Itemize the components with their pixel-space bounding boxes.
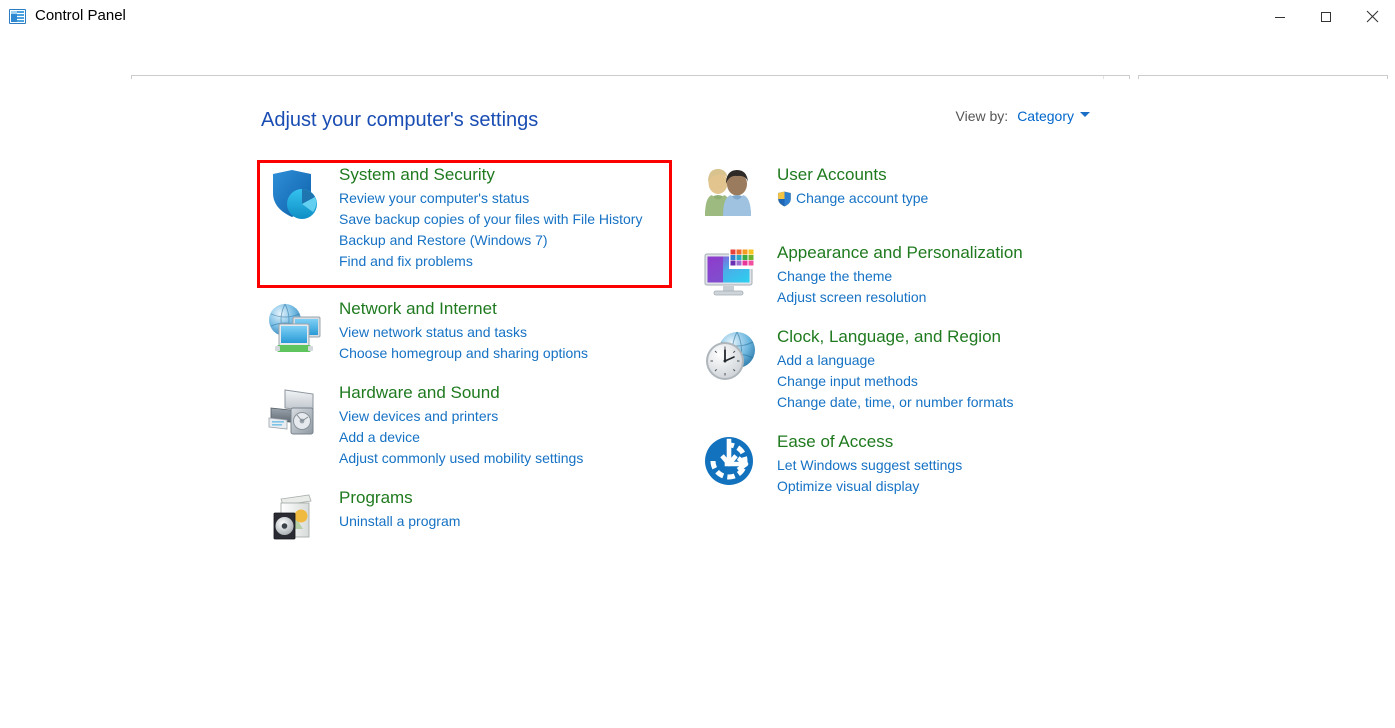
category-ease-of-access: Ease of Access Let Windows suggest setti… bbox=[699, 431, 1119, 497]
category-link-change-account-type[interactable]: Change account type bbox=[777, 188, 1119, 209]
category-link[interactable]: Change date, time, or number formats bbox=[777, 392, 1119, 413]
network-globe-icon bbox=[263, 300, 327, 358]
view-by-value: Category bbox=[1017, 108, 1074, 124]
close-button[interactable] bbox=[1349, 0, 1395, 33]
category-title[interactable]: Clock, Language, and Region bbox=[777, 326, 1001, 348]
view-by-dropdown[interactable]: Category bbox=[1017, 108, 1090, 124]
maximize-button[interactable] bbox=[1303, 0, 1349, 33]
category-link[interactable]: Review your computer's status bbox=[339, 188, 681, 209]
category-title[interactable]: User Accounts bbox=[777, 164, 887, 186]
category-title[interactable]: Programs bbox=[339, 487, 413, 509]
category-link[interactable]: Find and fix problems bbox=[339, 251, 681, 272]
category-network-and-internet: Network and Internet View network status… bbox=[261, 298, 681, 364]
control-panel-icon bbox=[9, 8, 26, 24]
navigation-bar: › Control Panel › Search Control Panel bbox=[0, 33, 1395, 103]
category-system-and-security: System and Security Review your computer… bbox=[261, 164, 681, 272]
minimize-icon bbox=[1275, 16, 1285, 18]
view-by-label: View by: bbox=[955, 108, 1009, 124]
category-link[interactable]: Choose homegroup and sharing options bbox=[339, 343, 681, 364]
category-link[interactable]: View network status and tasks bbox=[339, 322, 681, 343]
window-title: Control Panel bbox=[35, 7, 126, 24]
category-user-accounts: User Accounts Change account type bbox=[699, 164, 1119, 222]
category-column-left: System and Security Review your computer… bbox=[261, 164, 681, 563]
minimize-button[interactable] bbox=[1257, 0, 1303, 33]
user-accounts-icon bbox=[701, 166, 765, 224]
content-area: Adjust your computer's settings View by:… bbox=[0, 79, 1395, 728]
category-link[interactable]: Optimize visual display bbox=[777, 476, 1119, 497]
printer-sound-icon bbox=[263, 384, 327, 442]
shield-security-icon bbox=[263, 166, 327, 224]
ease-of-access-icon bbox=[701, 433, 765, 491]
category-title[interactable]: Ease of Access bbox=[777, 431, 893, 453]
category-link[interactable]: Let Windows suggest settings bbox=[777, 455, 1119, 476]
category-column-right: User Accounts Change account type Appear… bbox=[699, 164, 1119, 515]
category-title[interactable]: Appearance and Personalization bbox=[777, 242, 1023, 264]
category-title[interactable]: Network and Internet bbox=[339, 298, 497, 320]
category-link[interactable]: Adjust screen resolution bbox=[777, 287, 1119, 308]
category-link-label: Change account type bbox=[796, 190, 929, 206]
category-link[interactable]: Adjust commonly used mobility settings bbox=[339, 448, 681, 469]
category-link[interactable]: View devices and printers bbox=[339, 406, 681, 427]
maximize-icon bbox=[1321, 11, 1331, 22]
category-hardware-and-sound: Hardware and Sound View devices and prin… bbox=[261, 382, 681, 469]
category-clock-language-region: Clock, Language, and Region Add a langua… bbox=[699, 326, 1119, 413]
close-icon bbox=[1366, 10, 1378, 23]
category-link[interactable]: Save backup copies of your files with Fi… bbox=[339, 209, 681, 230]
category-link[interactable]: Uninstall a program bbox=[339, 511, 681, 532]
category-link[interactable]: Change the theme bbox=[777, 266, 1119, 287]
programs-box-icon bbox=[263, 489, 327, 547]
category-link[interactable]: Backup and Restore (Windows 7) bbox=[339, 230, 681, 251]
window-controls bbox=[1257, 0, 1395, 33]
view-by-control: View by: Category bbox=[956, 108, 1090, 124]
category-link[interactable]: Add a device bbox=[339, 427, 681, 448]
clock-globe-icon bbox=[701, 328, 765, 386]
appearance-monitor-icon bbox=[701, 244, 765, 302]
category-link[interactable]: Add a language bbox=[777, 350, 1119, 371]
chevron-down-icon bbox=[1080, 111, 1090, 117]
category-title[interactable]: Hardware and Sound bbox=[339, 382, 500, 404]
category-title[interactable]: System and Security bbox=[339, 164, 495, 186]
category-link[interactable]: Change input methods bbox=[777, 371, 1119, 392]
uac-shield-icon bbox=[778, 191, 791, 206]
title-bar-left: Control Panel bbox=[9, 6, 126, 26]
page-title: Adjust your computer's settings bbox=[261, 109, 539, 131]
window-title-bar: Control Panel bbox=[0, 0, 1395, 33]
category-appearance-and-personalization: Appearance and Personalization Change th… bbox=[699, 242, 1119, 308]
category-programs: Programs Uninstall a program bbox=[261, 487, 681, 545]
